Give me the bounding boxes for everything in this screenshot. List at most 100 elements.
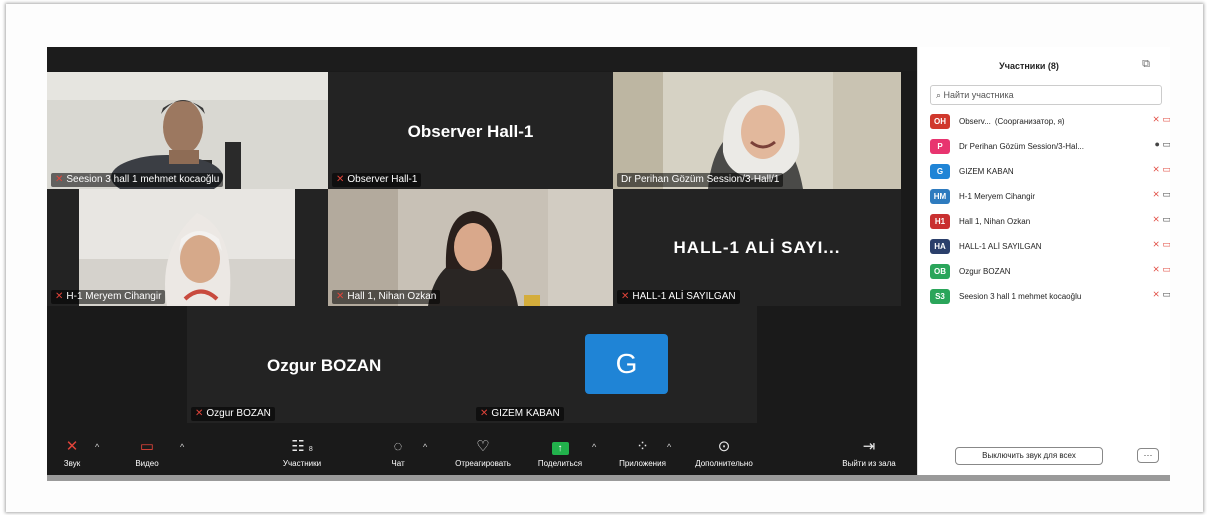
participant-status-icons: ⨯ ▭ bbox=[1152, 289, 1170, 300]
camera-off-icon: ▭ bbox=[1162, 239, 1170, 249]
mic-muted-icon: ✕ bbox=[336, 291, 345, 302]
participant-name: Hall 1, Nihan Ozkan bbox=[347, 291, 437, 302]
tile-caption: ✕ GIZEM KABAN bbox=[476, 407, 564, 421]
participant-row-name: GIZEM KABAN bbox=[959, 167, 1014, 176]
participant-row[interactable]: P Dr Perihan Gözüm Session/3-Hal... ● ▭ bbox=[930, 134, 1170, 159]
participant-avatar: OH bbox=[930, 114, 950, 129]
camera-off-icon: ▭ bbox=[1162, 264, 1170, 274]
video-tile-meryem[interactable]: ✕ H-1 Meryem Cihangir bbox=[47, 189, 328, 306]
tile-caption: Dr Perihan Gözüm Session/3-Hall/1 bbox=[617, 173, 784, 187]
participant-row[interactable]: HM H-1 Meryem Cihangir ⨯ ▭ bbox=[930, 184, 1170, 209]
video-tile-ozgur[interactable]: Ozgur BOZAN ✕ Ozgur BOZAN bbox=[187, 306, 472, 423]
apps-icon: ⁘ bbox=[636, 438, 649, 455]
leave-label: Выйти из зала bbox=[842, 459, 896, 468]
participant-row[interactable]: G GIZEM KABAN ⨯ ▭ bbox=[930, 159, 1170, 184]
participant-big-name: Ozgur BOZAN bbox=[267, 356, 382, 375]
participant-name: Dr Perihan Gözüm Session/3-Hall/1 bbox=[621, 174, 780, 185]
participant-search-input[interactable]: ⌕ Найти участника bbox=[930, 85, 1162, 105]
video-tile-ali[interactable]: HALL-1 ALİ SAYI... ✕ HALL-1 ALİ SAYILGAN bbox=[613, 189, 901, 306]
more-button[interactable]: ⊙ Дополнительно bbox=[683, 438, 765, 468]
participants-icon: ☷ 8 bbox=[291, 438, 313, 455]
participant-row[interactable]: H1 Hall 1, Nihan Ozkan ⨯ ▭ bbox=[930, 209, 1170, 234]
participant-big-name: Observer Hall-1 bbox=[407, 122, 534, 141]
mic-muted-icon: ✕ bbox=[480, 408, 489, 419]
participant-avatar: OB bbox=[930, 264, 950, 279]
panel-more-button[interactable]: ··· bbox=[1137, 448, 1159, 463]
avatar-letter-gizem: G bbox=[585, 334, 668, 394]
participant-row[interactable]: HA HALL-1 ALİ SAYILGAN ⨯ ▭ bbox=[930, 234, 1170, 259]
leave-button[interactable]: ⇥ Выйти из зала bbox=[833, 438, 905, 468]
mic-muted-icon: ⨯ bbox=[1152, 214, 1160, 224]
meeting-toolbar: ✕ Звук ^ ▭ Видео ^ ☷ 8 Участники ◌ Чат ^… bbox=[47, 434, 917, 475]
participant-status-icons: ● ▭ bbox=[1155, 139, 1170, 150]
share-arrow-icon: ↑ bbox=[530, 438, 590, 456]
tile-caption: ✕ HALL-1 ALİ SAYILGAN bbox=[617, 290, 740, 304]
camera-icon: ▭ bbox=[1162, 139, 1170, 149]
chat-label: Чат bbox=[391, 459, 405, 468]
participant-role: (Соорганизатор, я) bbox=[994, 117, 1065, 126]
participant-video bbox=[328, 189, 613, 306]
tile-caption: ✕ Hall 1, Nihan Ozkan bbox=[332, 290, 441, 304]
react-label: Отреагировать bbox=[455, 459, 511, 468]
search-icon: ⌕ bbox=[936, 90, 944, 100]
participant-video bbox=[47, 72, 328, 189]
top-strip bbox=[47, 47, 917, 71]
chat-button[interactable]: ◌ Чат bbox=[383, 438, 413, 468]
camera-off-icon: ▭ bbox=[1162, 164, 1170, 174]
camera-off-icon: ▭ bbox=[139, 438, 155, 455]
mic-muted-icon: ✕ bbox=[621, 291, 630, 302]
apps-caret-icon[interactable]: ^ bbox=[667, 442, 671, 452]
tile-caption: ✕ Ozgur BOZAN bbox=[191, 407, 275, 421]
participant-name: Seesion 3 hall 1 mehmet kocaoğlu bbox=[66, 174, 220, 185]
audio-caret-icon[interactable]: ^ bbox=[95, 442, 99, 452]
participant-row[interactable]: S3 Seesion 3 hall 1 mehmet kocaoğlu ⨯ ▭ bbox=[930, 284, 1170, 309]
share-button[interactable]: ↑ Поделиться bbox=[530, 438, 590, 468]
popout-icon[interactable]: ⧉ bbox=[1142, 58, 1150, 71]
tile-caption: ✕ H-1 Meryem Cihangir bbox=[51, 290, 166, 304]
mic-muted-icon: ⨯ bbox=[1152, 114, 1160, 124]
participant-avatar: H1 bbox=[930, 214, 950, 229]
video-tile-nihan[interactable]: ✕ Hall 1, Nihan Ozkan bbox=[328, 189, 613, 306]
camera-icon: ▭ bbox=[1162, 214, 1170, 224]
audio-label: Звук bbox=[63, 459, 81, 468]
mute-all-button[interactable]: Выключить звук для всех bbox=[955, 447, 1103, 465]
mic-muted-icon: ✕ bbox=[55, 174, 64, 185]
participant-status-icons: ⨯ ▭ bbox=[1152, 189, 1170, 200]
heart-icon: ♡ bbox=[476, 438, 490, 455]
video-tile-observer[interactable]: Observer Hall-1 ✕ Observer Hall-1 bbox=[328, 72, 613, 189]
react-button[interactable]: ♡ Отреагировать bbox=[443, 438, 523, 468]
video-caret-icon[interactable]: ^ bbox=[180, 442, 184, 452]
participant-row-name: Ozgur BOZAN bbox=[959, 267, 1011, 276]
more-dots-icon: ⊙ bbox=[717, 438, 731, 455]
mic-muted-icon: ⨯ bbox=[1152, 189, 1160, 199]
participant-row[interactable]: OH Observ... (Соорганизатор, я) ⨯ ▭ bbox=[930, 109, 1170, 134]
participants-button[interactable]: ☷ 8 Участники bbox=[272, 438, 332, 468]
tile-caption: ✕ Observer Hall-1 bbox=[332, 173, 422, 187]
audio-button[interactable]: ✕ Звук bbox=[57, 438, 87, 468]
mic-muted-icon: ✕ bbox=[55, 291, 64, 302]
mic-muted-icon: ⨯ bbox=[1152, 289, 1160, 299]
video-tile-mehmet[interactable]: ✕ Seesion 3 hall 1 mehmet kocaoğlu bbox=[47, 72, 328, 189]
participant-status-icons: ⨯ ▭ bbox=[1152, 264, 1170, 275]
apps-label: Приложения bbox=[619, 459, 666, 468]
participant-row-name: H-1 Meryem Cihangir bbox=[959, 192, 1036, 201]
participant-video bbox=[613, 72, 901, 189]
camera-icon: ▭ bbox=[1162, 289, 1170, 299]
video-tile-perihan[interactable]: Dr Perihan Gözüm Session/3-Hall/1 bbox=[613, 72, 901, 189]
meeting-area: ✕ Seesion 3 hall 1 mehmet kocaoğlu Observ… bbox=[47, 47, 917, 475]
apps-button[interactable]: ⁘ Приложения bbox=[610, 438, 675, 468]
participant-row[interactable]: OB Ozgur BOZAN ⨯ ▭ bbox=[930, 259, 1170, 284]
chat-caret-icon[interactable]: ^ bbox=[423, 442, 427, 452]
exit-icon: ⇥ bbox=[862, 438, 876, 455]
mic-muted-icon: ⨯ bbox=[1152, 264, 1160, 274]
zoom-window: ✕ Seesion 3 hall 1 mehmet kocaoğlu Observ… bbox=[47, 47, 1170, 475]
mic-muted-icon: ✕ bbox=[195, 408, 204, 419]
share-caret-icon[interactable]: ^ bbox=[592, 442, 596, 452]
panel-title: Участники (8) bbox=[999, 61, 1059, 71]
video-button[interactable]: ▭ Видео bbox=[127, 438, 167, 468]
mic-muted-icon: ⨯ bbox=[1152, 239, 1160, 249]
participant-video bbox=[47, 189, 328, 306]
mic-muted-icon: ⨯ bbox=[1152, 164, 1160, 174]
taskbar-strip bbox=[47, 475, 1170, 481]
participant-avatar: G bbox=[930, 164, 950, 179]
